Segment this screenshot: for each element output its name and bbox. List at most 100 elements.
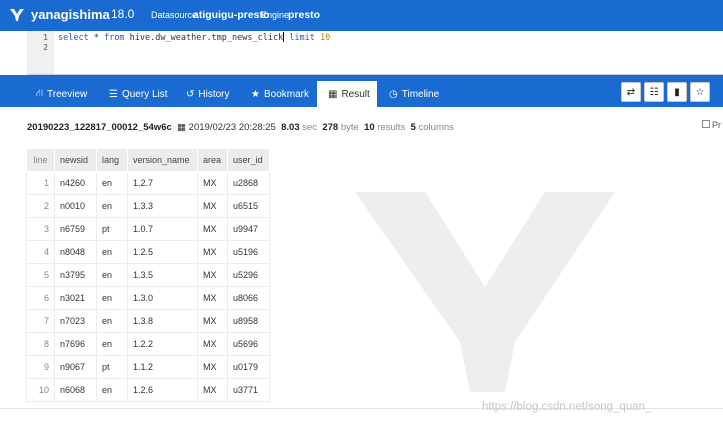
table-cell[interactable]: MX — [197, 194, 228, 218]
code-line[interactable]: select * from hive.dw_weather.tmp_news_c… — [58, 32, 330, 43]
column-header[interactable]: area — [197, 148, 228, 172]
pretty-checkbox[interactable] — [702, 120, 710, 128]
table-cell[interactable]: MX — [197, 171, 228, 195]
elapsed-unit: sec — [302, 122, 318, 133]
app-name[interactable]: yanagishima — [31, 7, 110, 22]
table-row[interactable]: 10 n6068 en 1.2.6 MX u3771 — [26, 378, 270, 402]
code-keyword-select: select — [58, 33, 89, 43]
row-number: 4 — [26, 240, 55, 264]
tab-query-list[interactable]: ☰ Query List — [109, 81, 168, 107]
swap-icon: ⇄ — [626, 86, 636, 98]
table-cell[interactable]: MX — [197, 240, 228, 264]
table-header-row: line newsid lang version_name area user_… — [26, 148, 270, 172]
datasource-label: Datasource — [151, 10, 198, 20]
pretty-label: Pr — [712, 120, 721, 130]
tab-timeline[interactable]: ◷ Timeline — [389, 81, 439, 107]
column-header[interactable]: version_name — [127, 148, 198, 172]
table-cell[interactable]: MX — [197, 286, 228, 310]
datasource-value[interactable]: atiguigu-presto — [193, 9, 269, 21]
table-cell[interactable]: u8066 — [227, 286, 270, 310]
credit-text: https://blog.csdn.net/song_quan_ — [482, 401, 652, 413]
tab-bookmark[interactable]: ★ Bookmark — [251, 81, 309, 107]
table-cell[interactable]: MX — [197, 309, 228, 333]
table-cell[interactable]: en — [96, 240, 128, 264]
table-cell[interactable]: n3021 — [54, 286, 97, 310]
table-row[interactable]: 5 n3795 en 1.3.5 MX u5296 — [26, 263, 270, 287]
query-id[interactable]: 20190223_122817_00012_54w6c — [27, 122, 172, 133]
table-cell[interactable]: en — [96, 378, 128, 402]
column-header[interactable]: newsid — [54, 148, 97, 172]
table-cell[interactable]: u5196 — [227, 240, 270, 264]
indent-button[interactable]: ☷ — [644, 82, 664, 102]
table-cell[interactable]: u6515 — [227, 194, 270, 218]
table-cell[interactable]: u9947 — [227, 217, 270, 241]
table-cell[interactable]: MX — [197, 263, 228, 287]
table-cell[interactable]: en — [96, 171, 128, 195]
table-cell[interactable]: u5696 — [227, 332, 270, 356]
table-cell[interactable]: u3771 — [227, 378, 270, 402]
table-row[interactable]: 6 n3021 en 1.3.0 MX u8066 — [26, 286, 270, 310]
clipboard-button[interactable]: ▮ — [667, 82, 687, 102]
row-number: 1 — [26, 171, 55, 195]
result-table: line newsid lang version_name area user_… — [26, 148, 270, 402]
table-cell[interactable]: n7023 — [54, 309, 97, 333]
tab-history[interactable]: ↺ History — [186, 81, 230, 107]
bookmark-button[interactable]: ☆ — [690, 82, 710, 102]
table-cell[interactable]: MX — [197, 217, 228, 241]
table-cell[interactable]: 1.0.7 — [127, 217, 198, 241]
tab-treeview[interactable]: ⛙ Treeview — [36, 81, 87, 107]
table-cell[interactable]: n9067 — [54, 355, 97, 379]
table-cell[interactable]: 1.3.8 — [127, 309, 198, 333]
table-cell[interactable]: n6759 — [54, 217, 97, 241]
table-cell[interactable]: 1.3.0 — [127, 286, 198, 310]
table-cell[interactable]: n8048 — [54, 240, 97, 264]
table-cell[interactable]: u5296 — [227, 263, 270, 287]
table-cell[interactable]: en — [96, 194, 128, 218]
table-row[interactable]: 8 n7696 en 1.2.2 MX u5696 — [26, 332, 270, 356]
table-cell[interactable]: u0179 — [227, 355, 270, 379]
table-cell[interactable]: 1.3.3 — [127, 194, 198, 218]
star-icon: ★ — [251, 88, 260, 100]
query-timestamp: 2019/02/23 20:28:25 — [188, 122, 276, 133]
column-header[interactable]: user_id — [227, 148, 270, 172]
column-count: 5 — [410, 122, 416, 133]
table-cell[interactable]: en — [96, 309, 128, 333]
tab-result[interactable]: ▦ Result — [317, 81, 377, 107]
table-cell[interactable]: en — [96, 286, 128, 310]
table-row[interactable]: 9 n9067 pt 1.1.2 MX u0179 — [26, 355, 270, 379]
table-row[interactable]: 3 n6759 pt 1.0.7 MX u9947 — [26, 217, 270, 241]
app-version: 18.0 — [111, 7, 135, 21]
swap-button[interactable]: ⇄ — [621, 82, 641, 102]
table-cell[interactable]: 1.2.7 — [127, 171, 198, 195]
table-cell[interactable]: u2868 — [227, 171, 270, 195]
table-cell[interactable]: n6068 — [54, 378, 97, 402]
table-cell[interactable]: pt — [96, 217, 128, 241]
table-row[interactable]: 1 n4260 en 1.2.7 MX u2868 — [26, 171, 270, 195]
row-number: 8 — [26, 332, 55, 356]
table-cell[interactable]: 1.3.5 — [127, 263, 198, 287]
yanagishima-logo-icon[interactable] — [9, 7, 25, 23]
engine-value[interactable]: presto — [288, 9, 320, 21]
column-header[interactable]: line — [26, 148, 55, 172]
table-cell[interactable]: MX — [197, 355, 228, 379]
table-cell[interactable]: 1.2.2 — [127, 332, 198, 356]
table-cell[interactable]: 1.2.5 — [127, 240, 198, 264]
column-header[interactable]: lang — [96, 148, 128, 172]
code-number: 10 — [314, 33, 331, 43]
table-cell[interactable]: n3795 — [54, 263, 97, 287]
table-cell[interactable]: MX — [197, 332, 228, 356]
table-cell[interactable]: en — [96, 332, 128, 356]
table-cell[interactable]: en — [96, 263, 128, 287]
table-cell[interactable]: 1.2.6 — [127, 378, 198, 402]
table-cell[interactable]: n0010 — [54, 194, 97, 218]
table-row[interactable]: 4 n8048 en 1.2.5 MX u5196 — [26, 240, 270, 264]
table-cell[interactable]: pt — [96, 355, 128, 379]
table-cell[interactable]: MX — [197, 378, 228, 402]
table-row[interactable]: 7 n7023 en 1.3.8 MX u8958 — [26, 309, 270, 333]
table-row[interactable]: 2 n0010 en 1.3.3 MX u6515 — [26, 194, 270, 218]
table-cell[interactable]: n4260 — [54, 171, 97, 195]
table-cell[interactable]: 1.1.2 — [127, 355, 198, 379]
table-cell[interactable]: u8958 — [227, 309, 270, 333]
table-cell[interactable]: n7696 — [54, 332, 97, 356]
tab-label: Treeview — [47, 88, 88, 100]
